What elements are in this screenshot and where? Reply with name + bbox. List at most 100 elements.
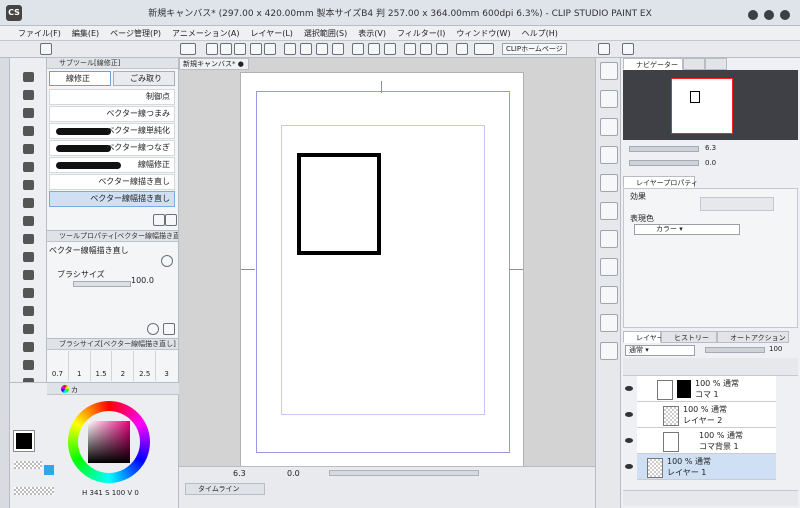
- brush-preset-1[interactable]: 1: [69, 351, 91, 381]
- navigator-angle[interactable]: 0.0: [705, 159, 716, 167]
- transform-icon[interactable]: [316, 43, 328, 55]
- clip-home-button[interactable]: CLIPホームページ: [502, 43, 567, 55]
- brush-preset-2[interactable]: 2: [112, 351, 135, 381]
- material2-icon[interactable]: [600, 90, 618, 108]
- snap-icon[interactable]: [456, 43, 468, 55]
- blend-tool-icon[interactable]: [20, 322, 37, 336]
- blend-mode-dropdown[interactable]: 通常 ▾: [625, 345, 695, 356]
- pencil-tool-icon[interactable]: [20, 232, 37, 246]
- left-dock-strip[interactable]: [0, 58, 10, 508]
- selection-border-icon[interactable]: [384, 43, 396, 55]
- 3d-icon[interactable]: [600, 314, 618, 332]
- move-layer-tool-icon[interactable]: [20, 142, 37, 156]
- snap-special-ruler-icon[interactable]: [420, 43, 432, 55]
- pattern-icon[interactable]: [600, 146, 618, 164]
- brush-size-slider[interactable]: [73, 281, 131, 287]
- color-wheel-tab-icon[interactable]: [61, 385, 69, 393]
- transparent-swatch-top[interactable]: [14, 461, 42, 469]
- main-color-swatch[interactable]: [13, 430, 35, 452]
- fill-tool-icon[interactable]: [20, 340, 37, 354]
- material8-icon[interactable]: [600, 286, 618, 304]
- brush-preset-1-5[interactable]: 1.5: [91, 351, 113, 381]
- move-tool-icon[interactable]: [20, 88, 37, 102]
- pen-tool-icon[interactable]: [20, 214, 37, 228]
- save-icon[interactable]: [234, 43, 246, 55]
- menu-help[interactable]: ヘルプ(H): [522, 28, 558, 39]
- material4-icon[interactable]: [600, 174, 618, 192]
- menu-filter[interactable]: フィルター(I): [397, 28, 445, 39]
- subtool-item-connect-vector[interactable]: ベクター線つなぎ: [49, 140, 175, 156]
- canvas-paper[interactable]: [240, 72, 524, 508]
- menu-window[interactable]: ウィンドウ(W): [456, 28, 510, 39]
- layer-row-frame[interactable]: 100 % 通常 コマ 1: [637, 376, 776, 402]
- tab-layer-property[interactable]: レイヤープロパティ: [623, 176, 698, 188]
- tab-history[interactable]: ヒストリー: [661, 331, 717, 343]
- zoom-tool-icon[interactable]: [20, 70, 37, 84]
- menu-layer[interactable]: レイヤー(L): [250, 28, 292, 39]
- material7-icon[interactable]: [600, 258, 618, 276]
- material5-icon[interactable]: [600, 202, 618, 220]
- undo-icon[interactable]: [250, 43, 262, 55]
- navigator-preview[interactable]: [623, 70, 798, 140]
- layer-row-layer2[interactable]: 100 % 通常 レイヤー 2: [637, 402, 776, 428]
- collapse-right-icon[interactable]: [598, 43, 610, 55]
- opacity-slider[interactable]: [705, 347, 765, 353]
- angle-value[interactable]: 0.0: [287, 469, 300, 478]
- maximize-icon[interactable]: [764, 10, 774, 20]
- eyedropper2-tool-icon[interactable]: [20, 196, 37, 210]
- zoom-value[interactable]: 6.3: [233, 469, 246, 478]
- menu-page[interactable]: ページ管理(P): [110, 28, 161, 39]
- layer-row-layer1[interactable]: 100 % 通常 レイヤー 1: [637, 454, 776, 480]
- operation-tool-icon[interactable]: [20, 106, 37, 120]
- effect-buttons[interactable]: [700, 197, 774, 211]
- selection-tool-icon[interactable]: [20, 160, 37, 174]
- delete-subtool-icon[interactable]: [165, 214, 177, 226]
- tab-layer[interactable]: レイヤー: [623, 331, 664, 343]
- expression-color-dropdown[interactable]: カラー ▾: [634, 224, 740, 235]
- collapse-right2-icon[interactable]: [622, 43, 634, 55]
- settings-icon[interactable]: [163, 323, 175, 335]
- settings-dropdown-icon[interactable]: [474, 43, 494, 55]
- tab-auto-action[interactable]: オートアクション: [717, 331, 789, 343]
- fill-icon[interactable]: [300, 43, 312, 55]
- clear-icon[interactable]: [284, 43, 296, 55]
- transparent-swatch-bottom[interactable]: [14, 487, 54, 495]
- menu-view[interactable]: 表示(V): [358, 28, 386, 39]
- new-subtool-icon[interactable]: [153, 214, 165, 226]
- tab-correct-line[interactable]: 線修正: [49, 71, 111, 86]
- snap-grid-icon[interactable]: [436, 43, 448, 55]
- new-icon[interactable]: [206, 43, 218, 55]
- menu-selection[interactable]: 選択範囲(S): [304, 28, 347, 39]
- subtool-item-redraw-vector[interactable]: ベクター線描き直し: [49, 174, 175, 190]
- subtool-item-control-point[interactable]: 制御点: [49, 89, 175, 105]
- close-icon[interactable]: [780, 10, 790, 20]
- color-wheel[interactable]: [68, 401, 150, 483]
- pose-icon[interactable]: [600, 342, 618, 360]
- open-icon[interactable]: [220, 43, 232, 55]
- tab-subview[interactable]: [683, 58, 705, 70]
- visibility-eye-icon[interactable]: [625, 438, 633, 443]
- navigator-zoom[interactable]: 6.3: [705, 144, 716, 152]
- sub-color-swatch[interactable]: [44, 465, 54, 475]
- brush-preset-2-5[interactable]: 2.5: [134, 351, 157, 381]
- saturation-value-square[interactable]: [88, 421, 130, 463]
- eyedropper-tool-icon[interactable]: [20, 124, 37, 138]
- material6-icon[interactable]: [600, 230, 618, 248]
- gradient-tool-icon[interactable]: [20, 358, 37, 372]
- auto-select-tool-icon[interactable]: [20, 178, 37, 192]
- brush-preset-3[interactable]: 3: [156, 351, 177, 381]
- visibility-eye-icon[interactable]: [625, 464, 633, 469]
- brush-tool-icon[interactable]: [20, 250, 37, 264]
- subtool-item-redraw-width[interactable]: ベクター線幅描き直し: [49, 191, 175, 207]
- menu-file[interactable]: ファイル(F): [18, 28, 61, 39]
- invert-selection-icon[interactable]: [368, 43, 380, 55]
- tab-navigator[interactable]: ナビゲーター: [623, 58, 683, 70]
- material-icon[interactable]: [600, 62, 618, 80]
- subtool-item-simplify-vector[interactable]: ベクター線単純化: [49, 123, 175, 139]
- subtool-item-line-width[interactable]: 線幅修正: [49, 157, 175, 173]
- angle-slider[interactable]: [629, 160, 699, 166]
- navigator-viewport[interactable]: [671, 78, 733, 134]
- collapse-icon[interactable]: [40, 43, 52, 55]
- minimize-icon[interactable]: [748, 10, 758, 20]
- zoom-slider[interactable]: [629, 146, 699, 152]
